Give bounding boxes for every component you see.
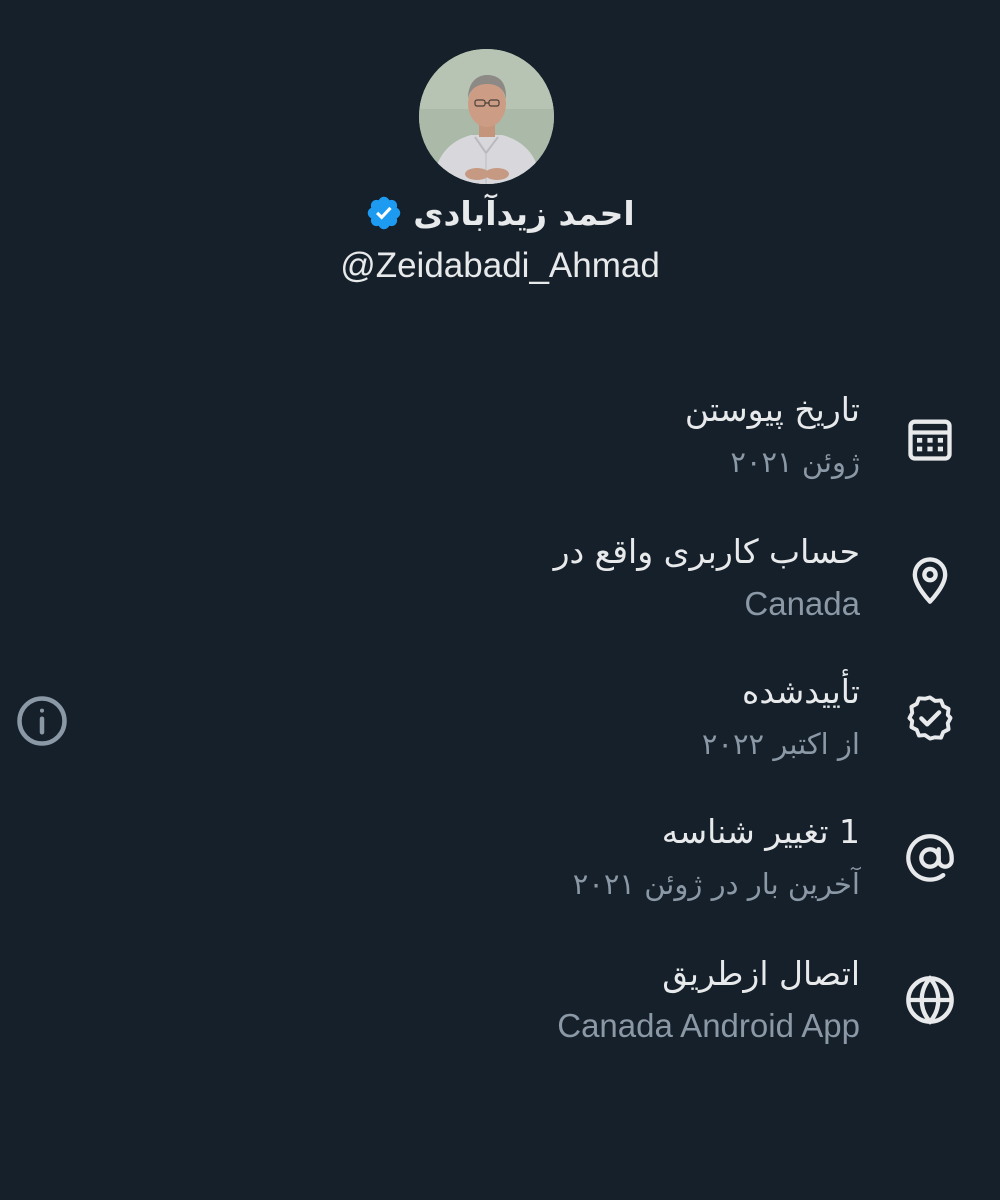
about-item-subtitle: از اکتبر ۲۰۲۲ <box>701 727 860 761</box>
display-name: احمد زیدآبادی <box>413 193 635 233</box>
about-item-text: 1 تغییر شناسه آخرین بار در ژوئن ۲۰۲۱ <box>160 808 860 906</box>
about-item-verified: تأییدشده از اکتبر ۲۰۲۲ <box>0 668 1000 798</box>
about-item-location: حساب کاربری واقع در Canada <box>0 528 1000 658</box>
about-item-text: اتصال ازطریق Canada Android App <box>160 950 860 1048</box>
about-item-subtitle: ژوئن ۲۰۲۱ <box>730 445 860 479</box>
about-item-username-changes: 1 تغییر شناسه آخرین بار در ژوئن ۲۰۲۱ <box>0 808 1000 938</box>
profile-about-screen: احمد زیدآبادی @Zeidabadi_Ahmad تاریخ پیو… <box>0 0 1000 1200</box>
about-item-text: تاریخ پیوستن ژوئن ۲۰۲۱ <box>160 386 860 484</box>
about-item-title: حساب کاربری واقع در <box>553 532 860 571</box>
about-item-subtitle: آخرین بار در ژوئن ۲۰۲۱ <box>572 867 860 901</box>
avatar[interactable] <box>419 49 554 184</box>
about-item-title: تأییدشده <box>742 672 860 711</box>
about-item-connected-via: اتصال ازطریق Canada Android App <box>0 950 1000 1080</box>
about-item-title: تاریخ پیوستن <box>684 390 860 429</box>
avatar-photo <box>419 49 554 184</box>
about-item-subtitle: Canada Android App <box>557 1007 860 1044</box>
about-item-text: تأییدشده از اکتبر ۲۰۲۲ <box>160 668 860 766</box>
about-item-title: اتصال ازطریق <box>662 954 860 993</box>
about-item-title: 1 تغییر شناسه <box>661 812 860 851</box>
username-handle: @Zeidabadi_Ahmad <box>340 246 660 285</box>
profile-name-row: احمد زیدآبادی <box>0 188 1000 238</box>
about-item-joined: تاریخ پیوستن ژوئن ۲۰۲۱ <box>0 386 1000 516</box>
at-sign-icon <box>900 828 960 888</box>
about-item-subtitle: Canada <box>744 585 860 622</box>
about-item-text: حساب کاربری واقع در Canada <box>160 528 860 626</box>
verified-badge-icon[interactable] <box>365 194 403 232</box>
location-pin-icon <box>900 550 960 610</box>
globe-icon <box>900 970 960 1030</box>
calendar-icon <box>900 409 960 469</box>
verified-badge-outline-icon <box>900 688 960 748</box>
